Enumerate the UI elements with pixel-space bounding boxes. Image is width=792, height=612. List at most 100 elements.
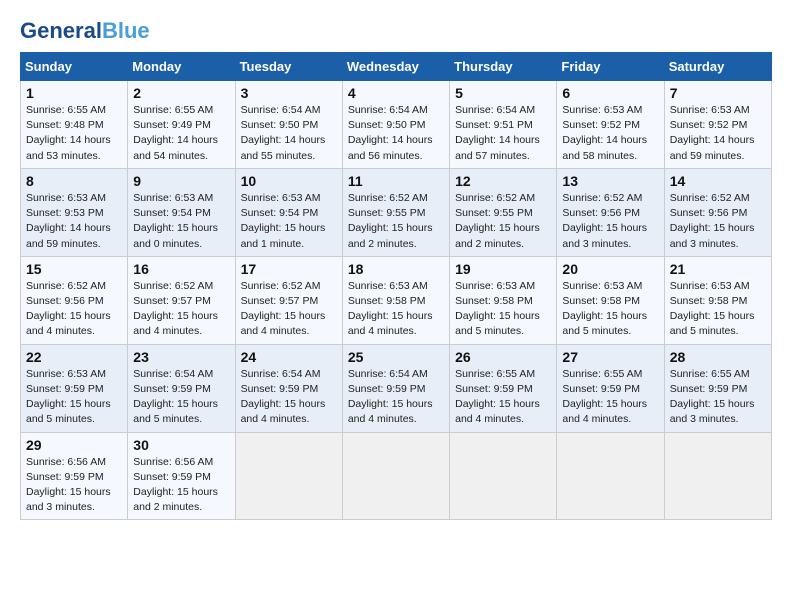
day-info: Sunrise: 6:53 AM Sunset: 9:52 PM Dayligh… — [670, 103, 766, 164]
weekday-header-wednesday: Wednesday — [342, 53, 449, 81]
day-number: 9 — [133, 173, 229, 189]
calendar-cell — [235, 432, 342, 520]
calendar-week-1: 1 Sunrise: 6:55 AM Sunset: 9:48 PM Dayli… — [21, 81, 772, 169]
day-number: 6 — [562, 85, 658, 101]
day-info: Sunrise: 6:53 AM Sunset: 9:54 PM Dayligh… — [241, 191, 337, 252]
calendar-cell — [450, 432, 557, 520]
calendar-cell: 7 Sunrise: 6:53 AM Sunset: 9:52 PM Dayli… — [664, 81, 771, 169]
day-info: Sunrise: 6:55 AM Sunset: 9:59 PM Dayligh… — [562, 367, 658, 428]
calendar-cell: 30 Sunrise: 6:56 AM Sunset: 9:59 PM Dayl… — [128, 432, 235, 520]
calendar-cell: 5 Sunrise: 6:54 AM Sunset: 9:51 PM Dayli… — [450, 81, 557, 169]
day-number: 23 — [133, 349, 229, 365]
calendar-cell: 28 Sunrise: 6:55 AM Sunset: 9:59 PM Dayl… — [664, 344, 771, 432]
calendar-cell: 26 Sunrise: 6:55 AM Sunset: 9:59 PM Dayl… — [450, 344, 557, 432]
day-number: 21 — [670, 261, 766, 277]
calendar-week-2: 8 Sunrise: 6:53 AM Sunset: 9:53 PM Dayli… — [21, 168, 772, 256]
day-info: Sunrise: 6:52 AM Sunset: 9:56 PM Dayligh… — [562, 191, 658, 252]
calendar-cell: 18 Sunrise: 6:53 AM Sunset: 9:58 PM Dayl… — [342, 256, 449, 344]
day-number: 27 — [562, 349, 658, 365]
calendar-cell: 19 Sunrise: 6:53 AM Sunset: 9:58 PM Dayl… — [450, 256, 557, 344]
calendar-cell: 9 Sunrise: 6:53 AM Sunset: 9:54 PM Dayli… — [128, 168, 235, 256]
day-number: 20 — [562, 261, 658, 277]
weekday-header-tuesday: Tuesday — [235, 53, 342, 81]
day-info: Sunrise: 6:52 AM Sunset: 9:57 PM Dayligh… — [241, 279, 337, 340]
weekday-header-friday: Friday — [557, 53, 664, 81]
logo-blue: Blue — [102, 18, 150, 43]
day-number: 17 — [241, 261, 337, 277]
calendar-cell: 10 Sunrise: 6:53 AM Sunset: 9:54 PM Dayl… — [235, 168, 342, 256]
day-info: Sunrise: 6:54 AM Sunset: 9:59 PM Dayligh… — [133, 367, 229, 428]
day-number: 15 — [26, 261, 122, 277]
day-info: Sunrise: 6:54 AM Sunset: 9:51 PM Dayligh… — [455, 103, 551, 164]
calendar-cell: 14 Sunrise: 6:52 AM Sunset: 9:56 PM Dayl… — [664, 168, 771, 256]
logo: GeneralBlue — [20, 20, 150, 42]
day-info: Sunrise: 6:55 AM Sunset: 9:59 PM Dayligh… — [670, 367, 766, 428]
day-info: Sunrise: 6:52 AM Sunset: 9:55 PM Dayligh… — [348, 191, 444, 252]
day-info: Sunrise: 6:53 AM Sunset: 9:52 PM Dayligh… — [562, 103, 658, 164]
calendar-cell: 27 Sunrise: 6:55 AM Sunset: 9:59 PM Dayl… — [557, 344, 664, 432]
calendar-cell: 13 Sunrise: 6:52 AM Sunset: 9:56 PM Dayl… — [557, 168, 664, 256]
day-number: 3 — [241, 85, 337, 101]
calendar-cell: 6 Sunrise: 6:53 AM Sunset: 9:52 PM Dayli… — [557, 81, 664, 169]
day-info: Sunrise: 6:55 AM Sunset: 9:49 PM Dayligh… — [133, 103, 229, 164]
day-info: Sunrise: 6:53 AM Sunset: 9:58 PM Dayligh… — [670, 279, 766, 340]
calendar-cell: 11 Sunrise: 6:52 AM Sunset: 9:55 PM Dayl… — [342, 168, 449, 256]
calendar-cell — [664, 432, 771, 520]
day-number: 24 — [241, 349, 337, 365]
calendar-cell: 3 Sunrise: 6:54 AM Sunset: 9:50 PM Dayli… — [235, 81, 342, 169]
day-number: 22 — [26, 349, 122, 365]
day-number: 30 — [133, 437, 229, 453]
day-number: 12 — [455, 173, 551, 189]
day-info: Sunrise: 6:54 AM Sunset: 9:50 PM Dayligh… — [348, 103, 444, 164]
day-number: 11 — [348, 173, 444, 189]
calendar-cell: 23 Sunrise: 6:54 AM Sunset: 9:59 PM Dayl… — [128, 344, 235, 432]
day-number: 5 — [455, 85, 551, 101]
calendar-cell: 21 Sunrise: 6:53 AM Sunset: 9:58 PM Dayl… — [664, 256, 771, 344]
day-info: Sunrise: 6:56 AM Sunset: 9:59 PM Dayligh… — [133, 455, 229, 516]
weekday-header-saturday: Saturday — [664, 53, 771, 81]
calendar-cell: 16 Sunrise: 6:52 AM Sunset: 9:57 PM Dayl… — [128, 256, 235, 344]
logo-text: GeneralBlue — [20, 20, 150, 42]
day-number: 26 — [455, 349, 551, 365]
calendar-cell: 24 Sunrise: 6:54 AM Sunset: 9:59 PM Dayl… — [235, 344, 342, 432]
calendar-cell — [557, 432, 664, 520]
day-number: 4 — [348, 85, 444, 101]
day-number: 29 — [26, 437, 122, 453]
day-info: Sunrise: 6:53 AM Sunset: 9:53 PM Dayligh… — [26, 191, 122, 252]
day-info: Sunrise: 6:55 AM Sunset: 9:48 PM Dayligh… — [26, 103, 122, 164]
day-number: 7 — [670, 85, 766, 101]
day-number: 14 — [670, 173, 766, 189]
day-number: 8 — [26, 173, 122, 189]
calendar-table: SundayMondayTuesdayWednesdayThursdayFrid… — [20, 52, 772, 520]
day-number: 25 — [348, 349, 444, 365]
calendar-week-3: 15 Sunrise: 6:52 AM Sunset: 9:56 PM Dayl… — [21, 256, 772, 344]
day-number: 2 — [133, 85, 229, 101]
calendar-cell: 8 Sunrise: 6:53 AM Sunset: 9:53 PM Dayli… — [21, 168, 128, 256]
page-header: GeneralBlue — [20, 20, 772, 42]
calendar-cell: 4 Sunrise: 6:54 AM Sunset: 9:50 PM Dayli… — [342, 81, 449, 169]
day-number: 10 — [241, 173, 337, 189]
calendar-cell: 22 Sunrise: 6:53 AM Sunset: 9:59 PM Dayl… — [21, 344, 128, 432]
day-info: Sunrise: 6:54 AM Sunset: 9:59 PM Dayligh… — [348, 367, 444, 428]
weekday-header-sunday: Sunday — [21, 53, 128, 81]
calendar-cell: 17 Sunrise: 6:52 AM Sunset: 9:57 PM Dayl… — [235, 256, 342, 344]
calendar-week-5: 29 Sunrise: 6:56 AM Sunset: 9:59 PM Dayl… — [21, 432, 772, 520]
day-info: Sunrise: 6:54 AM Sunset: 9:59 PM Dayligh… — [241, 367, 337, 428]
calendar-cell — [342, 432, 449, 520]
day-info: Sunrise: 6:53 AM Sunset: 9:58 PM Dayligh… — [562, 279, 658, 340]
calendar-cell: 29 Sunrise: 6:56 AM Sunset: 9:59 PM Dayl… — [21, 432, 128, 520]
day-number: 16 — [133, 261, 229, 277]
day-info: Sunrise: 6:53 AM Sunset: 9:54 PM Dayligh… — [133, 191, 229, 252]
calendar-cell: 15 Sunrise: 6:52 AM Sunset: 9:56 PM Dayl… — [21, 256, 128, 344]
day-info: Sunrise: 6:56 AM Sunset: 9:59 PM Dayligh… — [26, 455, 122, 516]
calendar-cell: 12 Sunrise: 6:52 AM Sunset: 9:55 PM Dayl… — [450, 168, 557, 256]
day-info: Sunrise: 6:52 AM Sunset: 9:57 PM Dayligh… — [133, 279, 229, 340]
day-number: 13 — [562, 173, 658, 189]
day-info: Sunrise: 6:55 AM Sunset: 9:59 PM Dayligh… — [455, 367, 551, 428]
day-number: 1 — [26, 85, 122, 101]
calendar-cell: 1 Sunrise: 6:55 AM Sunset: 9:48 PM Dayli… — [21, 81, 128, 169]
day-info: Sunrise: 6:52 AM Sunset: 9:56 PM Dayligh… — [670, 191, 766, 252]
calendar-cell: 20 Sunrise: 6:53 AM Sunset: 9:58 PM Dayl… — [557, 256, 664, 344]
day-info: Sunrise: 6:54 AM Sunset: 9:50 PM Dayligh… — [241, 103, 337, 164]
calendar-cell: 25 Sunrise: 6:54 AM Sunset: 9:59 PM Dayl… — [342, 344, 449, 432]
